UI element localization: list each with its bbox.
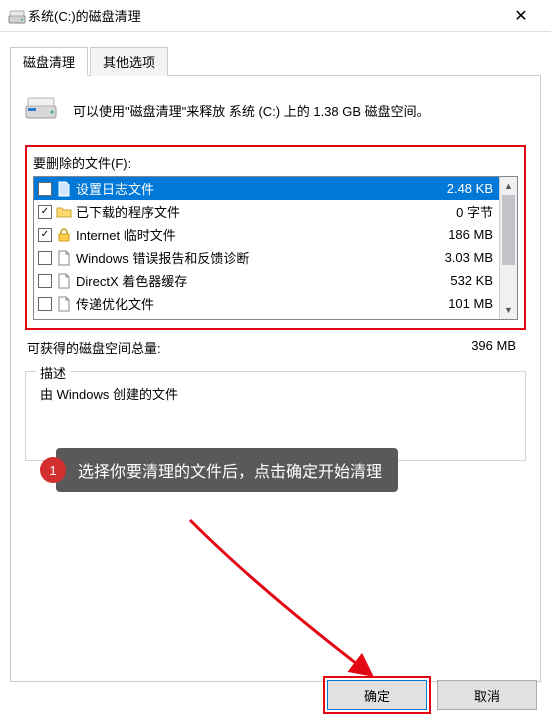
- file-checkbox[interactable]: [38, 228, 52, 242]
- file-name: Windows 错误报告和反馈诊断: [76, 248, 441, 267]
- close-icon[interactable]: ✕: [499, 1, 543, 31]
- description-text: 由 Windows 创建的文件: [40, 384, 511, 403]
- scroll-thumb[interactable]: [502, 195, 515, 265]
- file-checkbox[interactable]: [38, 182, 52, 196]
- total-label: 可获得的磁盘空间总量:: [27, 338, 161, 357]
- file-size: 0 字节: [456, 202, 493, 221]
- cancel-button[interactable]: 取消: [437, 680, 537, 710]
- tab-strip: 磁盘清理 其他选项: [10, 46, 541, 76]
- file-size: 101 MB: [448, 296, 493, 311]
- file-row[interactable]: Windows 错误报告和反馈诊断 3.03 MB: [34, 246, 499, 269]
- scroll-down-icon[interactable]: ▼: [500, 301, 517, 319]
- tab-panel: 可以使用"磁盘清理"来释放 系统 (C:) 上的 1.38 GB 磁盘空间。 要…: [10, 76, 541, 682]
- description-legend: 描述: [36, 363, 70, 382]
- titlebar: 系统(C:)的磁盘清理 ✕: [0, 0, 551, 32]
- files-group-label: 要删除的文件(F):: [33, 153, 518, 172]
- button-bar: 确定 取消: [327, 680, 537, 710]
- content: 磁盘清理 其他选项 可以使用"磁盘清理"来释放 系统 (C:) 上的 1.38 …: [0, 32, 551, 682]
- scroll-up-icon[interactable]: ▲: [500, 177, 517, 195]
- total-row: 可获得的磁盘空间总量: 396 MB: [25, 338, 526, 357]
- window-title: 系统(C:)的磁盘清理: [24, 6, 499, 25]
- file-size: 532 KB: [450, 273, 493, 288]
- files-group: 要删除的文件(F): 设置日志文件2.48 KB已下载的程序文件0 字节Inte…: [25, 145, 526, 330]
- disk-cleanup-icon: [25, 94, 59, 127]
- doc-icon: [56, 181, 72, 197]
- file-size: 2.48 KB: [447, 181, 493, 196]
- annotation-badge: 1: [40, 457, 66, 483]
- annotation-callout: 1 选择你要清理的文件后，点击确定开始清理: [40, 448, 398, 492]
- folder-icon: [56, 204, 72, 220]
- file-list[interactable]: 设置日志文件 2.48 KB 已下载的程序文件0 字节 Internet 临时文件 18…: [34, 177, 499, 319]
- scrollbar[interactable]: ▲ ▼: [499, 177, 517, 319]
- file-row[interactable]: 已下载的程序文件0 字节: [34, 200, 499, 223]
- file-list-wrap: 设置日志文件 2.48 KB 已下载的程序文件0 字节 Internet 临时文件 18…: [33, 176, 518, 320]
- file-row[interactable]: Internet 临时文件 186 MB: [34, 223, 499, 246]
- file-checkbox[interactable]: [38, 274, 52, 288]
- doc-icon: [56, 250, 72, 266]
- file-row[interactable]: 传递优化文件 101 MB: [34, 292, 499, 315]
- annotation-text: 选择你要清理的文件后，点击确定开始清理: [56, 448, 398, 492]
- lock-icon: [56, 227, 72, 243]
- ok-button[interactable]: 确定: [327, 680, 427, 710]
- info-row: 可以使用"磁盘清理"来释放 系统 (C:) 上的 1.38 GB 磁盘空间。: [25, 94, 526, 127]
- file-size: 3.03 MB: [445, 250, 493, 265]
- file-name: DirectX 着色器缓存: [76, 271, 446, 290]
- tab-other[interactable]: 其他选项: [90, 47, 168, 76]
- file-name: 设置日志文件: [76, 179, 443, 198]
- file-checkbox[interactable]: [38, 251, 52, 265]
- file-size: 186 MB: [448, 227, 493, 242]
- drive-icon: [8, 8, 24, 24]
- file-row[interactable]: DirectX 着色器缓存 532 KB: [34, 269, 499, 292]
- doc-icon: [56, 296, 72, 312]
- file-row[interactable]: 设置日志文件 2.48 KB: [34, 177, 499, 200]
- info-text: 可以使用"磁盘清理"来释放 系统 (C:) 上的 1.38 GB 磁盘空间。: [73, 101, 430, 120]
- file-checkbox[interactable]: [38, 297, 52, 311]
- total-value: 396 MB: [471, 338, 516, 357]
- file-name: Internet 临时文件: [76, 225, 444, 244]
- file-checkbox[interactable]: [38, 205, 52, 219]
- doc-icon: [56, 273, 72, 289]
- tab-cleanup[interactable]: 磁盘清理: [10, 47, 88, 76]
- file-name: 已下载的程序文件: [76, 202, 452, 221]
- scroll-track[interactable]: [500, 195, 517, 301]
- file-name: 传递优化文件: [76, 294, 444, 313]
